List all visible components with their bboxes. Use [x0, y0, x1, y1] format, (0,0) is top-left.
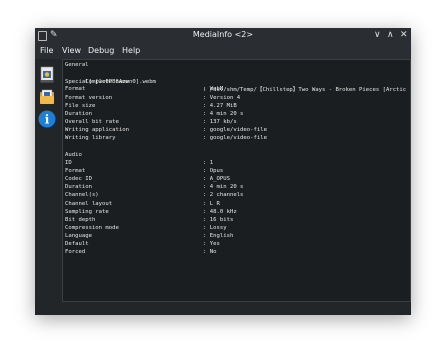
report-row: Complete name : /dev/shm/Temp/【Chillstep… — [65, 70, 406, 93]
section-header-audio: Audio — [65, 151, 82, 158]
report-row: ID : 1 — [65, 159, 213, 167]
report-row: Duration : 4 min 20 s — [65, 183, 243, 191]
field-value: : Version 4 — [203, 94, 241, 101]
field-value: : 1 — [203, 159, 214, 166]
menu-file[interactable]: File — [40, 46, 53, 56]
field-value: : Opus — [203, 167, 224, 174]
report-row: Format version : Version 4 — [65, 94, 240, 102]
field-label: Channel layout — [65, 200, 113, 207]
report-row: Default : Yes — [65, 240, 220, 248]
field-label: Codec ID — [65, 176, 92, 183]
field-label: Writing application — [65, 127, 129, 134]
report-row: File size : 4.27 MiB — [65, 102, 237, 110]
field-label: File size — [65, 102, 96, 109]
report-row: Codec ID : A_OPUS — [65, 175, 230, 183]
report-row: Channel layout : L R — [65, 200, 220, 208]
field-value: : 16 bits — [203, 216, 234, 223]
field-value: : No — [203, 249, 217, 256]
field-value: : English — [203, 233, 234, 240]
field-label: Language — [65, 233, 92, 240]
window-title: MediaInfo <2> — [192, 30, 254, 39]
about-button[interactable]: i — [38, 110, 56, 128]
report-row: Writing application : google/video-file — [65, 126, 267, 134]
field-label: Format — [65, 86, 86, 93]
field-value: : WebM — [203, 86, 224, 93]
title-bar[interactable]: ✎ MediaInfo <2> ∨ ∧ ✕ — [35, 28, 411, 44]
field-value: : Lossy — [203, 225, 227, 231]
report-row: Channel(s) : 2 channels — [65, 191, 243, 199]
field-label: Sampling rate — [65, 208, 109, 215]
open-file-button[interactable] — [38, 66, 56, 84]
field-value: : 48.0 kHz — [203, 208, 237, 215]
field-value: : google/video-file — [203, 135, 268, 142]
field-value: : Yes — [203, 241, 220, 248]
field-value: : 2 channels — [203, 192, 244, 199]
report-row: Bit depth : 16 bits — [65, 216, 233, 224]
report-row: Writing library : google/video-file — [65, 134, 267, 142]
field-value: : A_OPUS — [203, 176, 230, 183]
toolbar-sidebar: i — [35, 59, 61, 315]
report-text-area[interactable]: General Complete name : /dev/shm/Temp/【C… — [62, 59, 411, 302]
field-value: : L R — [203, 200, 220, 207]
field-label: Default — [65, 241, 89, 248]
report-row: Language : English — [65, 232, 233, 240]
field-label: Duration — [65, 110, 92, 117]
open-file-icon — [40, 66, 54, 83]
report-row: Format : Opus — [65, 167, 223, 175]
close-button[interactable]: ✕ — [400, 29, 408, 41]
report-row: Sampling rate : 48.0 kHz — [65, 208, 237, 216]
menu-help[interactable]: Help — [122, 46, 140, 56]
field-label: Channel(s) — [65, 192, 99, 199]
maximize-button[interactable]: ∧ — [387, 29, 394, 41]
field-label: Writing library — [65, 135, 116, 142]
report-row: Duration : 4 min 20 s — [65, 110, 243, 118]
menu-view[interactable]: View — [62, 46, 81, 56]
field-label: Overall bit rate — [65, 119, 119, 126]
section-header-general: General — [65, 62, 89, 68]
svg-text:i: i — [45, 113, 50, 127]
field-value: : google/video-file — [203, 127, 268, 134]
field-label: Bit depth — [65, 216, 96, 223]
field-value: : 4.27 MiB — [203, 102, 237, 109]
field-value: : 137 kb/s — [203, 119, 237, 126]
menu-bar: File View Debug Help — [35, 44, 411, 59]
field-label: Forced — [65, 249, 86, 256]
field-label: ID — [65, 159, 72, 166]
field-label: Format — [65, 167, 86, 174]
open-folder-button[interactable] — [38, 88, 56, 106]
report-row: Forced : No — [65, 248, 217, 256]
report-row: Format : WebM — [65, 85, 223, 93]
menu-debug[interactable]: Debug — [88, 46, 114, 56]
mediainfo-window: ✎ MediaInfo <2> ∨ ∧ ✕ File View Debug He… — [35, 28, 411, 315]
open-folder-icon — [40, 89, 54, 104]
report-row: Compression mode : Lossy — [65, 224, 227, 232]
field-value: : 4 min 20 s — [203, 110, 244, 117]
report-row: Overall bit rate : 137 kb/s — [65, 118, 237, 126]
field-label: Compression mode — [65, 225, 119, 231]
field-label: Format version — [65, 94, 113, 101]
field-label: Duration — [65, 184, 92, 191]
about-icon: i — [38, 110, 56, 128]
field-value: : 4 min 20 s — [203, 184, 244, 191]
minimize-button[interactable]: ∨ — [374, 29, 381, 41]
